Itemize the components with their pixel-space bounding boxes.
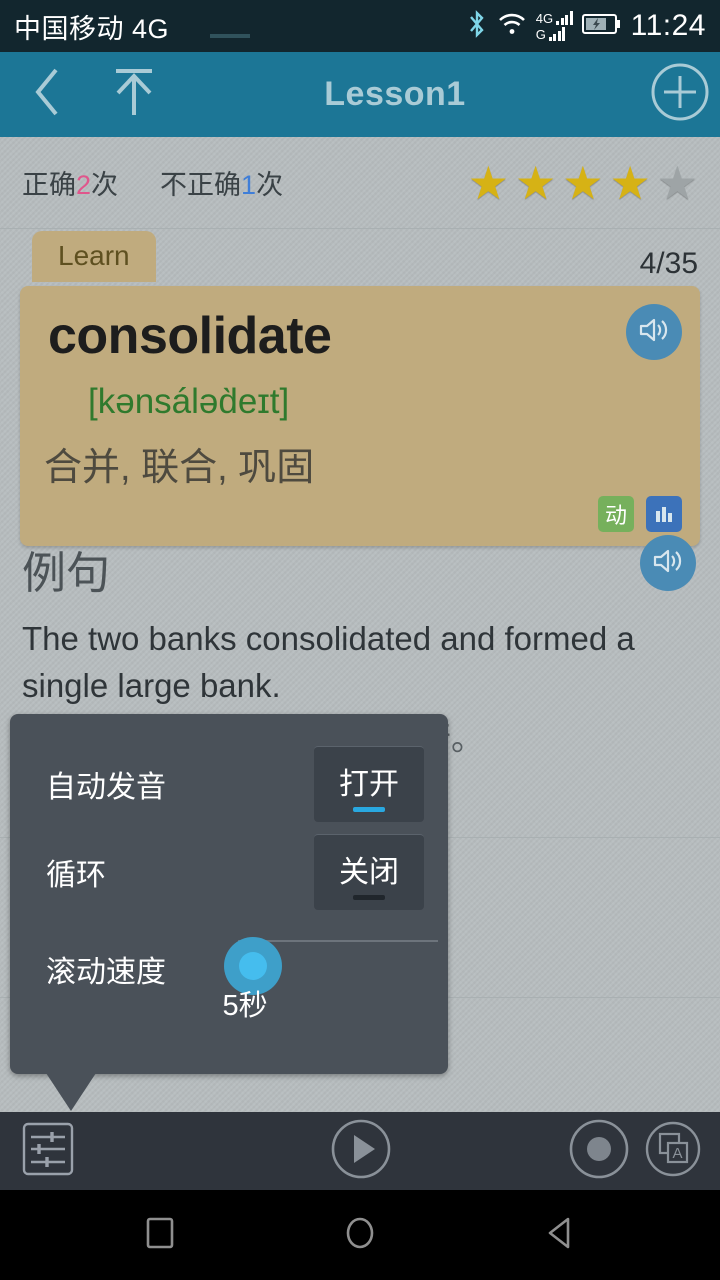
status-bar-icons: 4G G (466, 9, 622, 44)
loop-toggle[interactable]: 关闭 (314, 834, 424, 910)
star-rating[interactable]: ★ ★ ★ ★ ★ (468, 160, 698, 206)
loop-label: 循环 (46, 859, 106, 892)
settings-popup: 自动发音 打开 循环 关闭 滚动速度 5秒 (10, 714, 448, 1074)
stats-row: 正确2次 不正确1次 ★ ★ ★ ★ ★ (0, 137, 720, 229)
network-type-primary: 4G (535, 11, 554, 26)
word-card[interactable]: consolidate [kənsáləd̀eɪt] 合并, 联合, 巩固 动 (20, 286, 700, 546)
app-bar: Lesson1 (0, 52, 720, 137)
bluetooth-icon (466, 9, 488, 44)
popup-pointer-tail (46, 1073, 96, 1111)
popup-row-scroll-speed: 滚动速度 5秒 (10, 914, 448, 1024)
page-title: Lesson1 (324, 75, 466, 113)
toggle-state-indicator-on (353, 807, 385, 812)
auto-pronounce-toggle-value: 打开 (339, 767, 399, 801)
card-mode-tab[interactable]: Learn (32, 231, 156, 282)
word-tags: 动 (598, 496, 682, 532)
scroll-speed-value: 5秒 (222, 990, 268, 1022)
scroll-speed-slider[interactable]: 5秒 (222, 914, 448, 1024)
back-nav-button[interactable] (530, 1205, 590, 1265)
slider-track[interactable] (224, 937, 439, 995)
translate-card-icon: A (644, 1120, 702, 1183)
triangle-back-icon (539, 1211, 581, 1260)
svg-text:A: A (672, 1145, 682, 1162)
star-icon[interactable]: ★ (562, 160, 603, 206)
settings-button[interactable] (20, 1122, 76, 1180)
sliders-settings-icon (21, 1121, 75, 1182)
star-icon[interactable]: ★ (610, 160, 651, 206)
bottom-toolbar: A (0, 1112, 720, 1190)
plus-circle-icon (649, 61, 711, 128)
card-counter: 4/35 (639, 247, 698, 280)
wifi-icon (497, 12, 527, 41)
loop-toggle-value: 关闭 (339, 855, 399, 889)
wrong-count-label: 不正确1次 (160, 163, 283, 202)
signal-icon: 4G G (536, 11, 573, 41)
app-screen: 中国移动 4G 4G G 11:24 Lesson1 正确2次 不正确1次 ★ … (0, 0, 720, 1280)
correct-prefix: 正确 (22, 170, 76, 200)
play-icon (330, 1118, 392, 1185)
scroll-speed-label: 滚动速度 (46, 956, 166, 989)
speaker-icon (651, 546, 685, 581)
correct-count-label: 正确2次 (22, 163, 118, 202)
star-icon[interactable]: ★ (468, 160, 509, 206)
popup-row-loop: 循环 关闭 (10, 826, 448, 918)
add-button[interactable] (640, 52, 720, 137)
record-icon (568, 1118, 630, 1185)
play-button[interactable] (330, 1118, 392, 1185)
part-of-speech-tag[interactable]: 动 (598, 496, 634, 532)
star-icon[interactable]: ★ (515, 160, 556, 206)
toggle-state-indicator-off (353, 895, 385, 900)
back-button[interactable] (12, 52, 84, 137)
recents-button[interactable] (130, 1205, 190, 1265)
correct-count: 2 (76, 170, 92, 200)
word-headword: consolidate (48, 307, 332, 365)
carrier-label: 中国移动 4G (14, 13, 170, 44)
status-bar-dim-indicator (210, 34, 250, 38)
android-navigation-bar (0, 1190, 720, 1280)
wrong-count: 1 (241, 170, 257, 200)
square-recents-icon (140, 1211, 180, 1260)
bar-chart-icon (656, 507, 672, 522)
word-meaning: 合并, 联合, 巩固 (44, 447, 315, 489)
wrong-suffix: 次 (256, 170, 284, 200)
star-icon-empty[interactable]: ★ (657, 160, 698, 206)
status-bar: 中国移动 4G 4G G 11:24 (0, 0, 720, 52)
battery-charging-icon (581, 12, 622, 41)
circle-home-icon (339, 1211, 381, 1260)
wrong-prefix: 不正确 (160, 170, 242, 200)
home-button[interactable] (330, 1205, 390, 1265)
auto-pronounce-toggle[interactable]: 打开 (314, 746, 424, 822)
word-phonetic: [kənsáləd̀eɪt] (88, 382, 290, 421)
network-type-secondary: G (535, 27, 546, 42)
level-chart-tag[interactable] (646, 496, 682, 532)
example-section-title: 例句 (22, 549, 110, 598)
status-bar-clock: 11:24 (630, 9, 706, 42)
example-speaker-button[interactable] (640, 535, 696, 591)
translate-button[interactable]: A (644, 1120, 702, 1183)
word-speaker-button[interactable] (626, 304, 682, 360)
example-sentence-english: The two banks consolidated and formed a … (22, 620, 635, 704)
record-button[interactable] (568, 1118, 630, 1185)
speaker-icon (637, 315, 671, 350)
popup-row-auto-pronounce: 自动发音 打开 (10, 738, 448, 830)
correct-suffix: 次 (91, 170, 119, 200)
chevron-left-icon (28, 64, 68, 125)
auto-pronounce-label: 自动发音 (46, 771, 166, 804)
